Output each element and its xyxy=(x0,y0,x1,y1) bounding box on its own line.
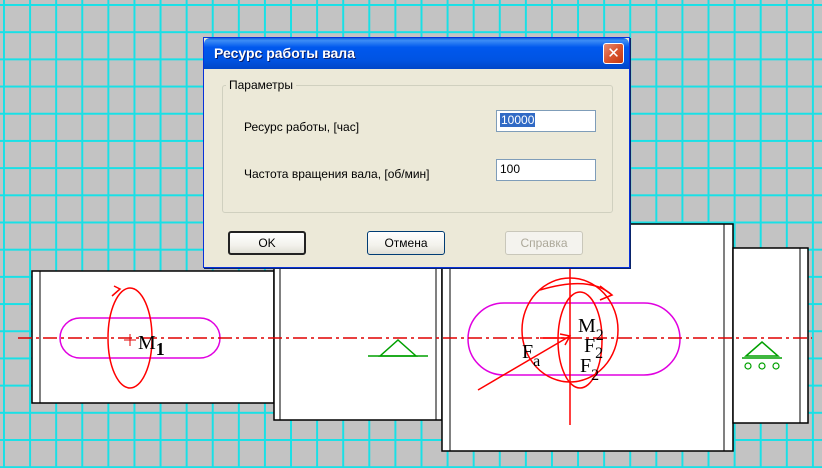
cancel-button[interactable]: Отмена xyxy=(367,231,445,255)
help-button[interactable]: Справка xyxy=(505,231,583,255)
dialog-titlebar[interactable]: Ресурс работы вала ✕ xyxy=(204,38,629,69)
shaft-section-middle xyxy=(273,267,443,421)
close-button[interactable]: ✕ xyxy=(603,43,624,64)
speed-input[interactable]: 100 xyxy=(496,159,596,181)
shaft-resource-dialog[interactable]: Ресурс работы вала ✕ Параметры Ресурс ра… xyxy=(203,37,630,268)
dialog-title: Ресурс работы вала xyxy=(214,45,355,61)
parameters-groupbox xyxy=(222,85,613,213)
resource-input[interactable]: 10000 xyxy=(496,110,596,132)
speed-value: 100 xyxy=(500,162,521,176)
shaft-section-right xyxy=(732,247,809,424)
resource-label: Ресурс работы, [час] xyxy=(244,120,360,134)
close-icon: ✕ xyxy=(607,44,620,62)
resource-value: 10000 xyxy=(500,113,536,127)
parameters-group-label: Параметры xyxy=(226,78,296,92)
speed-label: Частота вращения вала, [об/мин] xyxy=(244,167,430,181)
ok-button[interactable]: OK xyxy=(228,231,306,255)
